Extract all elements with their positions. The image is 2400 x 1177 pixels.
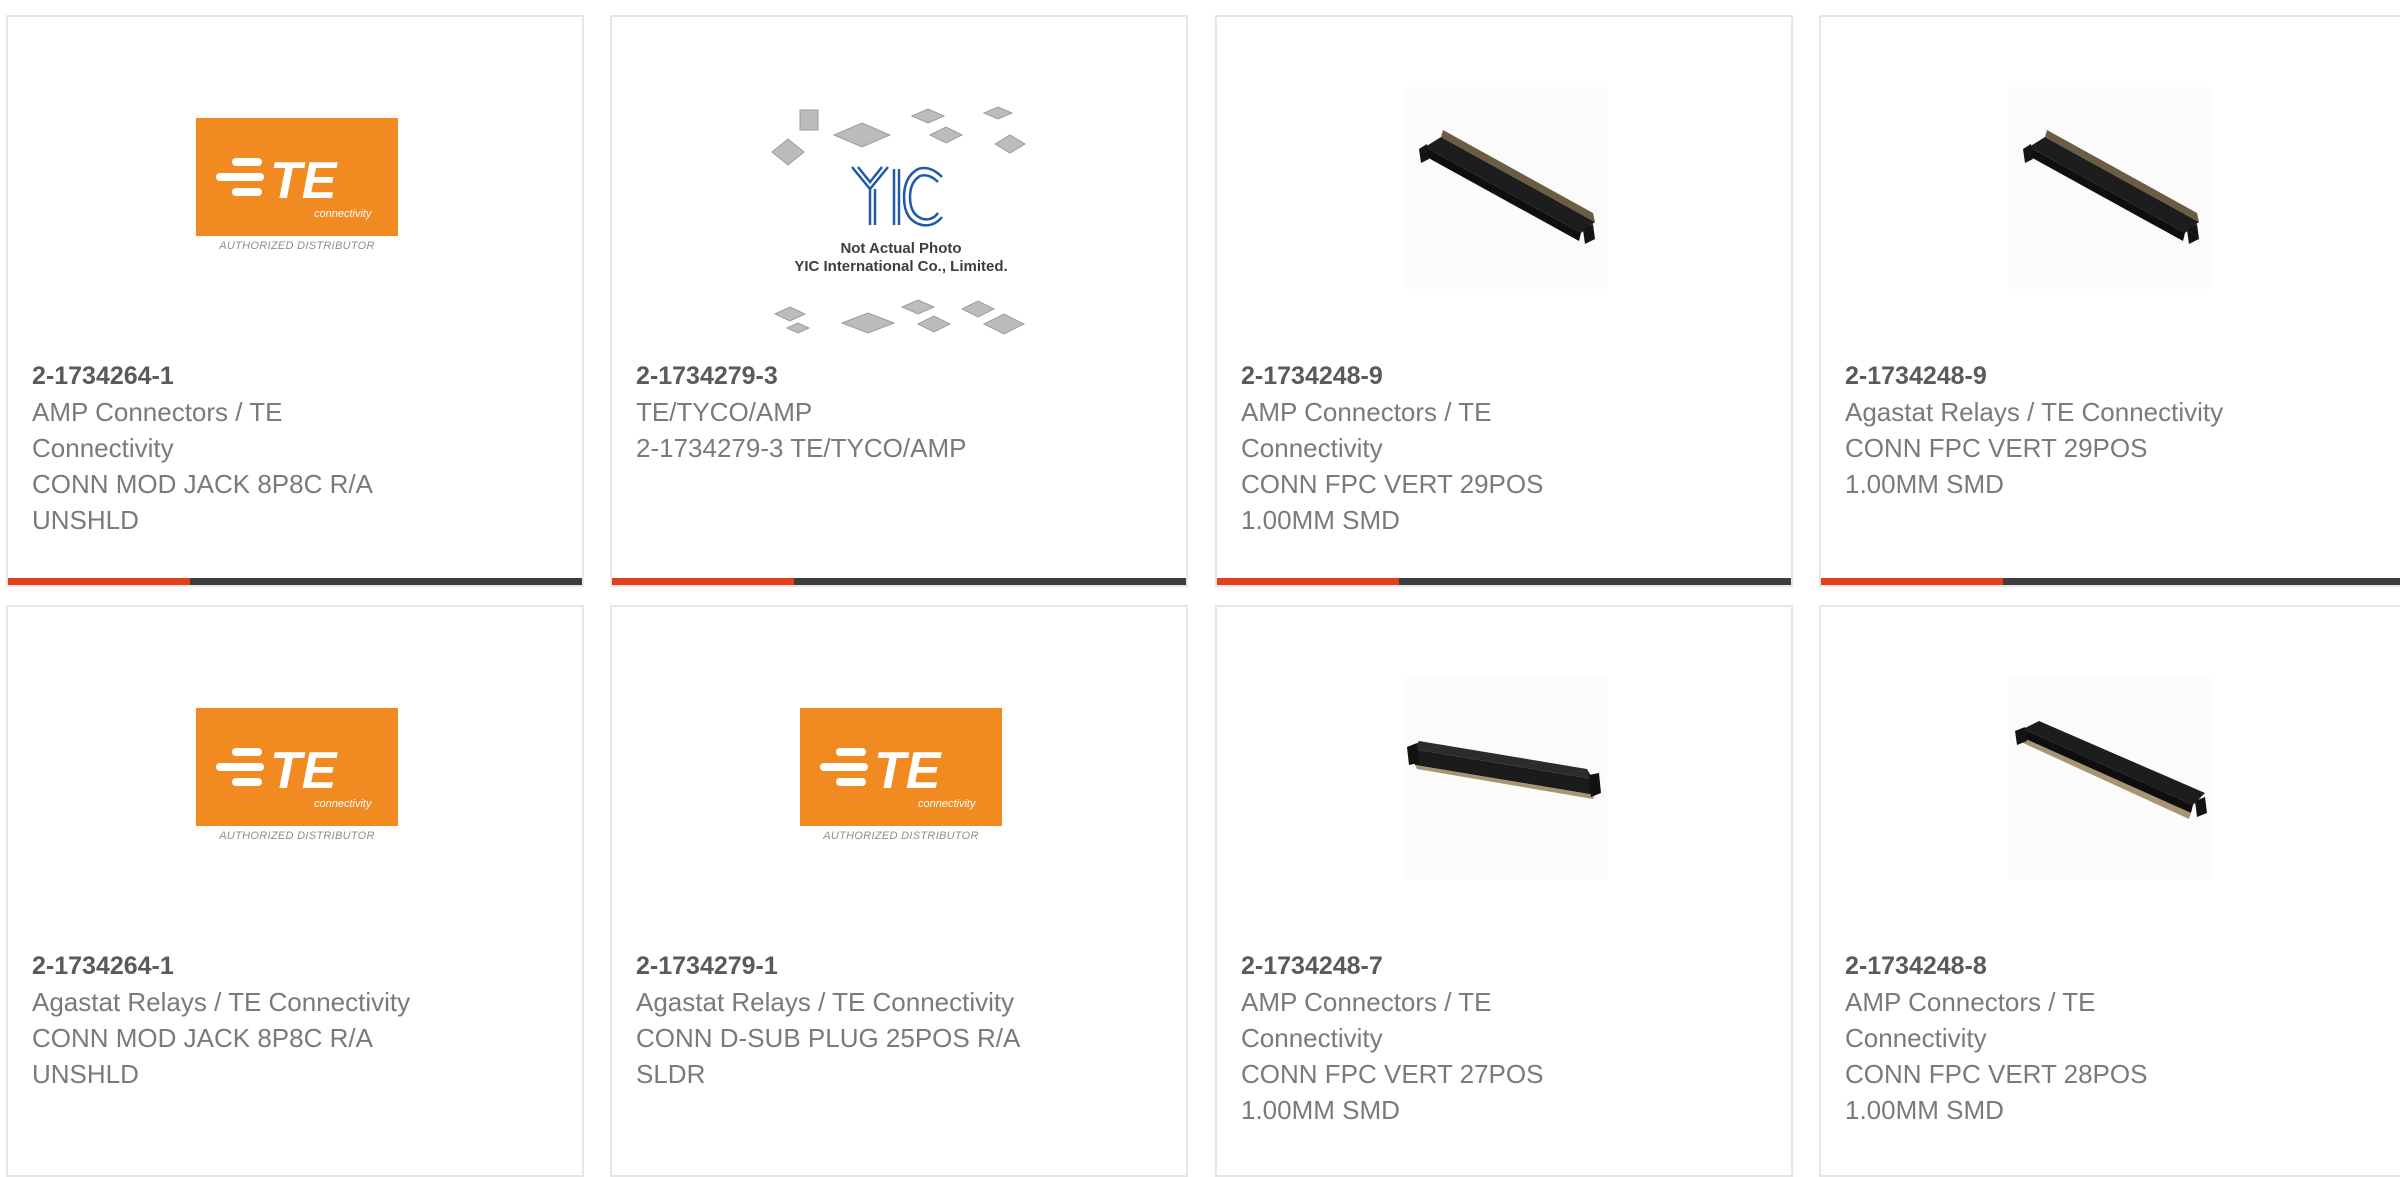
- product-info: 2-1734248-9 AMP Connectors / TE Connecti…: [1241, 358, 1721, 538]
- description-cont: UNSHLD: [32, 1059, 139, 1089]
- product-info: 2-1734279-1 Agastat Relays / TE Connecti…: [636, 948, 1116, 1092]
- product-info: 2-1734264-1 Agastat Relays / TE Connecti…: [32, 948, 512, 1092]
- svg-text:TE: TE: [270, 742, 338, 800]
- manufacturer-cont: Connectivity: [1845, 1023, 1987, 1053]
- description: CONN MOD JACK 8P8C R/A: [32, 469, 373, 499]
- te-connectivity-logo: TE connectivity AUTHORIZED DISTRIBUTOR: [800, 708, 1002, 852]
- description: CONN FPC VERT 28POS: [1845, 1059, 2148, 1089]
- svg-text:TE: TE: [270, 152, 338, 210]
- card-accent: [612, 578, 794, 585]
- card-bottom-bar: [1821, 578, 2400, 585]
- part-number[interactable]: 2-1734279-1: [636, 948, 1116, 984]
- svg-text:connectivity: connectivity: [314, 798, 373, 810]
- card-bottom-bar: [612, 578, 1186, 585]
- product-image[interactable]: Not Actual Photo YIC International Co., …: [612, 17, 1186, 357]
- part-number[interactable]: 2-1734248-7: [1241, 948, 1721, 984]
- manufacturer: AMP Connectors / TE: [32, 397, 283, 427]
- fpc-connector-photo: [2009, 677, 2211, 879]
- te-connectivity-logo: TE connectivity AUTHORIZED DISTRIBUTOR: [196, 118, 398, 262]
- manufacturer: Agastat Relays / TE Connectivity: [32, 987, 411, 1017]
- product-card[interactable]: TE connectivity AUTHORIZED DISTRIBUTOR 2…: [6, 15, 584, 587]
- manufacturer: AMP Connectors / TE: [1845, 987, 2096, 1017]
- part-number[interactable]: 2-1734248-8: [1845, 948, 2325, 984]
- product-card[interactable]: 2-1734248-8 AMP Connectors / TE Connecti…: [1819, 605, 2400, 1177]
- fpc-connector-photo: [2009, 87, 2211, 289]
- part-number[interactable]: 2-1734248-9: [1241, 358, 1721, 394]
- description-cont: 1.00MM SMD: [1845, 1095, 2004, 1125]
- manufacturer: TE/TYCO/AMP: [636, 397, 813, 427]
- product-card[interactable]: Not Actual Photo YIC International Co., …: [610, 15, 1188, 587]
- svg-text:connectivity: connectivity: [314, 208, 373, 220]
- fpc-connector-photo: [1405, 87, 1607, 289]
- description: CONN D-SUB PLUG 25POS R/A: [636, 1023, 1021, 1053]
- description: CONN FPC VERT 29POS: [1241, 469, 1544, 499]
- product-image[interactable]: [1821, 607, 2400, 947]
- product-info: 2-1734248-7 AMP Connectors / TE Connecti…: [1241, 948, 1721, 1128]
- description: 2-1734279-3 TE/TYCO/AMP: [636, 433, 967, 463]
- description-cont: 1.00MM SMD: [1241, 1095, 1400, 1125]
- product-info: 2-1734264-1 AMP Connectors / TE Connecti…: [32, 358, 512, 538]
- card-accent: [1217, 578, 1399, 585]
- yic-placeholder-image: Not Actual Photo YIC International Co., …: [612, 17, 1186, 357]
- part-number[interactable]: 2-1734264-1: [32, 358, 512, 394]
- card-bottom-bar: [1217, 578, 1791, 585]
- svg-text:TE: TE: [874, 742, 942, 800]
- product-card[interactable]: TE connectivity AUTHORIZED DISTRIBUTOR 2…: [6, 605, 584, 1177]
- product-card[interactable]: 2-1734248-7 AMP Connectors / TE Connecti…: [1215, 605, 1793, 1177]
- svg-text:connectivity: connectivity: [918, 798, 977, 810]
- product-card[interactable]: TE connectivity AUTHORIZED DISTRIBUTOR 2…: [610, 605, 1188, 1177]
- manufacturer-cont: Connectivity: [1241, 433, 1383, 463]
- product-card[interactable]: 2-1734248-9 AMP Connectors / TE Connecti…: [1215, 15, 1793, 587]
- te-connectivity-logo: TE connectivity AUTHORIZED DISTRIBUTOR: [196, 708, 398, 852]
- manufacturer: Agastat Relays / TE Connectivity: [636, 987, 1015, 1017]
- product-image[interactable]: TE connectivity AUTHORIZED DISTRIBUTOR: [612, 607, 1186, 947]
- manufacturer: AMP Connectors / TE: [1241, 397, 1492, 427]
- product-info: 2-1734279-3 TE/TYCO/AMP 2-1734279-3 TE/T…: [636, 358, 1116, 466]
- part-number[interactable]: 2-1734248-9: [1845, 358, 2325, 394]
- part-number[interactable]: 2-1734279-3: [636, 358, 1116, 394]
- card-accent: [8, 578, 190, 585]
- fpc-connector-photo: [1405, 677, 1607, 879]
- product-image[interactable]: [1821, 17, 2400, 357]
- manufacturer: Agastat Relays / TE Connectivity: [1845, 397, 2224, 427]
- description-cont: SLDR: [636, 1059, 706, 1089]
- manufacturer: AMP Connectors / TE: [1241, 987, 1492, 1017]
- description: CONN FPC VERT 27POS: [1241, 1059, 1544, 1089]
- product-image[interactable]: TE connectivity AUTHORIZED DISTRIBUTOR: [8, 17, 582, 357]
- product-image[interactable]: [1217, 607, 1791, 947]
- product-image[interactable]: TE connectivity AUTHORIZED DISTRIBUTOR: [8, 607, 582, 947]
- product-info: 2-1734248-8 AMP Connectors / TE Connecti…: [1845, 948, 2325, 1128]
- description-cont: 1.00MM SMD: [1241, 505, 1400, 535]
- product-card[interactable]: 2-1734248-9 Agastat Relays / TE Connecti…: [1819, 15, 2400, 587]
- card-bottom-bar: [8, 578, 582, 585]
- manufacturer-cont: Connectivity: [32, 433, 174, 463]
- product-info: 2-1734248-9 Agastat Relays / TE Connecti…: [1845, 358, 2325, 502]
- product-grid: TE connectivity AUTHORIZED DISTRIBUTOR 2…: [0, 0, 2400, 1177]
- description: CONN MOD JACK 8P8C R/A: [32, 1023, 373, 1053]
- description: CONN FPC VERT 29POS: [1845, 433, 2148, 463]
- product-image[interactable]: [1217, 17, 1791, 357]
- part-number[interactable]: 2-1734264-1: [32, 948, 512, 984]
- manufacturer-cont: Connectivity: [1241, 1023, 1383, 1053]
- description-cont: UNSHLD: [32, 505, 139, 535]
- card-accent: [1821, 578, 2003, 585]
- description-cont: 1.00MM SMD: [1845, 469, 2004, 499]
